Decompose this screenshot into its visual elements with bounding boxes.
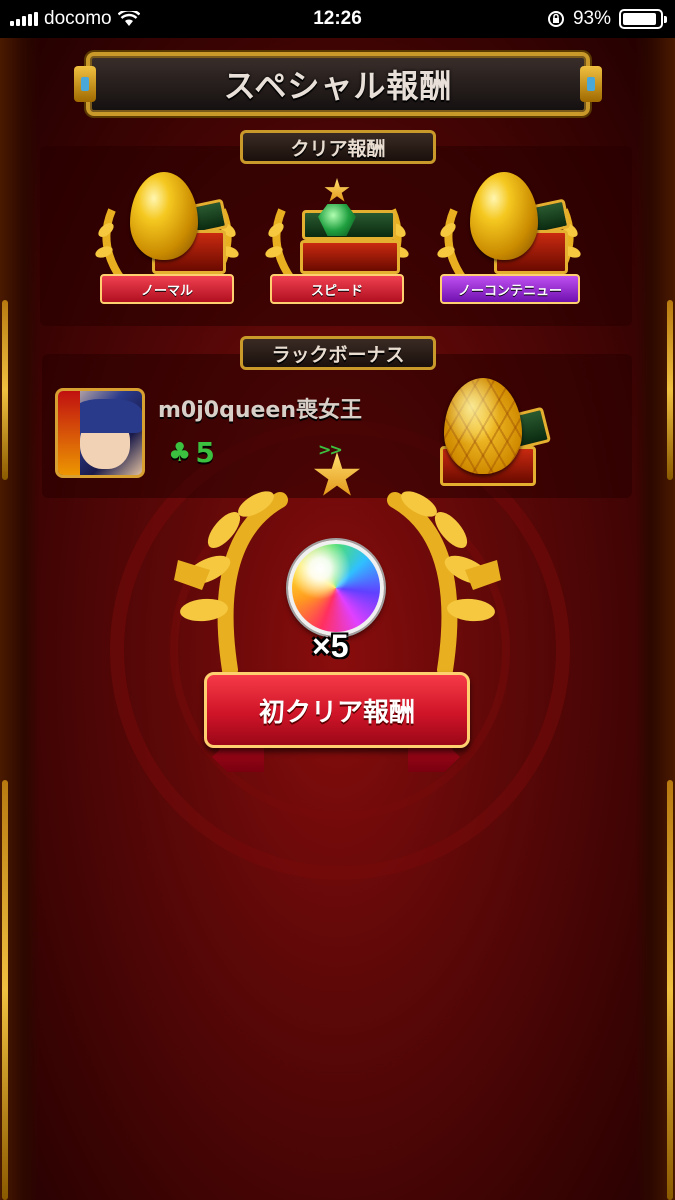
badge-ribbon: ノーマル	[100, 274, 234, 304]
rainbow-orb-icon	[288, 540, 384, 636]
chest	[300, 240, 400, 274]
left-gold-edge-lower	[2, 780, 8, 1200]
luck-number: 5	[195, 436, 215, 469]
battery-fill	[623, 13, 657, 25]
status-bar: docomo 12:26 93%	[0, 0, 675, 38]
luck-bonus-label: ラックボーナス	[240, 336, 436, 370]
right-gold-edge	[667, 300, 673, 480]
reward-quantity: ×5	[312, 628, 349, 664]
battery-percent: 93%	[572, 8, 611, 29]
badge-no-continue: ノーコンテニュー	[434, 170, 584, 320]
clear-rewards-label: クリア報酬	[240, 130, 436, 164]
status-right: 93%	[547, 8, 667, 30]
left-gold-edge	[2, 300, 8, 480]
golden-egg-icon	[130, 172, 198, 260]
battery-icon	[619, 9, 667, 29]
player-avatar	[55, 388, 145, 478]
badge-ribbon: ノーコンテニュー	[440, 274, 580, 304]
golden-egg-icon	[470, 172, 538, 260]
rotation-lock-icon	[547, 11, 564, 27]
badge-normal: ノーマル	[92, 170, 242, 320]
player-name: m0j0queen喪女王	[158, 398, 362, 423]
badge-speed: スピード	[262, 170, 412, 320]
luck-value: ♣ 5	[168, 436, 215, 469]
right-gold-edge-lower	[667, 780, 673, 1200]
title-banner: スペシャル報酬	[74, 52, 602, 116]
first-clear-ribbon: 初クリア報酬	[204, 672, 470, 748]
avatar-hair	[72, 399, 142, 433]
avatar-frame-accent	[58, 391, 80, 475]
banner-cap-left	[74, 66, 96, 102]
clover-icon: ♣	[168, 437, 192, 468]
banner-cap-right	[580, 66, 602, 102]
badge-ribbon: スピード	[270, 274, 404, 304]
page-title: スペシャル報酬	[223, 67, 453, 105]
